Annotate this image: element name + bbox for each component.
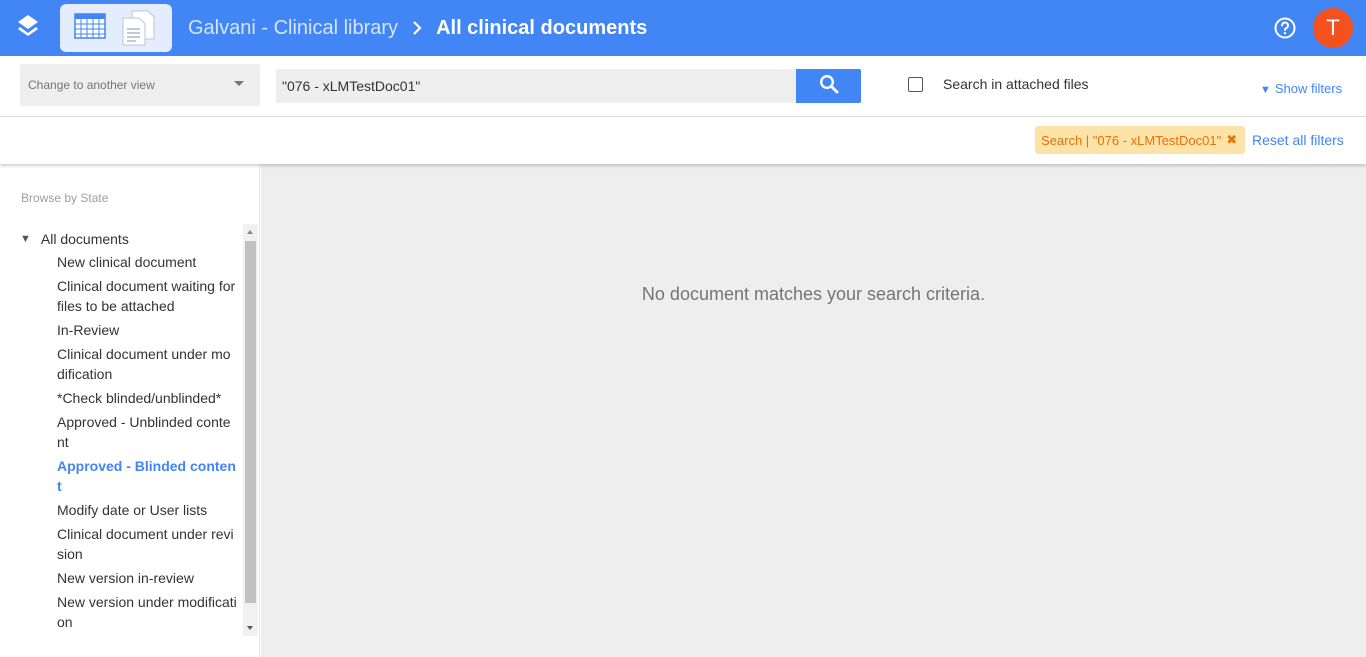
- breadcrumb-parent[interactable]: Galvani - Clinical library: [188, 17, 398, 40]
- close-icon[interactable]: ✖: [1226, 132, 1237, 148]
- sidebar-state-item[interactable]: Modify date or User lists: [57, 500, 237, 520]
- filter-chip-label: Search | "076 - xLMTestDoc01": [1041, 132, 1222, 148]
- sidebar-state-item[interactable]: Approved - Blinded content: [57, 456, 237, 496]
- active-filters-bar: Search | "076 - xLMTestDoc01" ✖ Reset al…: [0, 117, 1366, 164]
- state-list: New clinical document Clinical document w…: [57, 252, 237, 636]
- search-button[interactable]: [796, 69, 861, 103]
- sidebar-state-item[interactable]: New clinical document: [57, 252, 237, 272]
- search-attached-files-checkbox[interactable]: [908, 77, 923, 92]
- sidebar-state-item[interactable]: Clinical document waiting for files to b…: [57, 276, 237, 316]
- sidebar-state-item[interactable]: *Check blinded/unblinded*: [57, 388, 237, 408]
- tree-root-label: All documents: [40, 231, 129, 247]
- sidebar-state-item[interactable]: Approved - Unblinded content: [57, 412, 237, 452]
- show-filters-label: Show filters: [1274, 81, 1343, 96]
- search-toolbar: Change to another view Search in attache…: [0, 56, 1366, 117]
- scroll-up-icon[interactable]: [247, 230, 253, 234]
- sidebar-state-item[interactable]: Clinical document under revision: [57, 524, 237, 564]
- search-icon: [819, 74, 839, 99]
- show-filters-link[interactable]: ▼ Show filters: [1260, 81, 1342, 96]
- avatar[interactable]: T: [1313, 8, 1353, 48]
- view-switcher[interactable]: [60, 4, 172, 52]
- table-view-icon[interactable]: [74, 13, 106, 44]
- search-input[interactable]: [276, 69, 796, 103]
- sidebar-state-item[interactable]: In-Review: [57, 320, 237, 340]
- documents-view-icon[interactable]: [120, 9, 156, 52]
- state-browser-sidebar: Browse by State ▼ All documents New clin…: [0, 164, 260, 657]
- sidebar-state-item[interactable]: New version in-review: [57, 568, 237, 588]
- sidebar-heading: Browse by State: [21, 191, 109, 205]
- view-select-placeholder: Change to another view: [28, 78, 155, 92]
- page-title: All clinical documents: [436, 16, 648, 39]
- search-attached-files-label: Search in attached files: [943, 76, 1089, 92]
- chevron-right-icon: [412, 21, 422, 35]
- sidebar-state-item[interactable]: Clinical document under modification: [57, 344, 237, 384]
- scroll-down-icon[interactable]: [247, 626, 253, 630]
- sidebar-state-item[interactable]: New version under modification: [57, 592, 237, 632]
- caret-down-icon: [234, 81, 244, 86]
- app-logo-icon[interactable]: [12, 12, 44, 44]
- empty-state-message: No document matches your search criteria…: [641, 284, 986, 304]
- scrollbar-thumb[interactable]: [245, 241, 256, 603]
- help-icon[interactable]: [1273, 16, 1297, 40]
- documents-main-area: No document matches your search criteria…: [261, 164, 1366, 657]
- search-filter-chip: Search | "076 - xLMTestDoc01" ✖: [1035, 126, 1246, 154]
- view-select[interactable]: Change to another view: [20, 64, 260, 106]
- expand-triangle-icon[interactable]: ▼: [20, 233, 31, 245]
- reset-filters-link[interactable]: Reset all filters: [1252, 132, 1344, 148]
- app-header: Galvani - Clinical library All clinical …: [0, 0, 1366, 56]
- triangle-down-icon: ▼: [1260, 84, 1271, 96]
- tree-root-all-documents[interactable]: ▼ All documents: [20, 231, 129, 247]
- breadcrumb: Galvani - Clinical library All clinical …: [188, 0, 647, 56]
- sidebar-scrollbar[interactable]: [243, 224, 258, 636]
